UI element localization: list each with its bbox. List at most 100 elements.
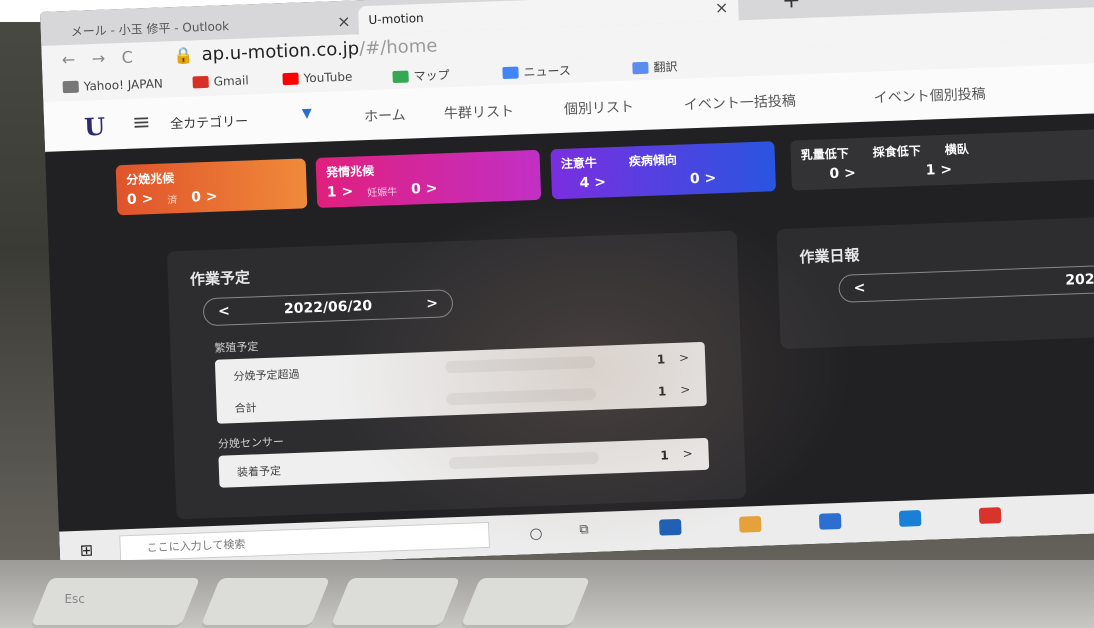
lock-icon: 🔒 [173, 45, 194, 66]
disease-count[interactable]: 0 > [690, 170, 717, 187]
esc-key: Esc [29, 578, 201, 628]
esc-key-label: Esc [64, 592, 85, 606]
lying-title: 横臥 [944, 142, 969, 157]
breeding-section-label: 繁殖予定 [214, 340, 259, 355]
disease-title: 疾病傾向 [628, 152, 678, 169]
estrus-count[interactable]: 1 > [327, 184, 354, 201]
bookmark-yahoo[interactable]: Yahoo! JAPAN [62, 76, 164, 95]
translate-icon [632, 61, 649, 74]
map-icon [392, 70, 409, 83]
keyboard-key [199, 578, 331, 628]
pregnant-count[interactable]: 0 > [411, 181, 438, 198]
keyboard-key [329, 578, 461, 628]
forward-icon[interactable]: → [91, 49, 105, 68]
bookmark-gmail[interactable]: Gmail [192, 73, 249, 89]
globe-icon [62, 80, 79, 94]
milk-drop-title: 乳量低下 [800, 146, 849, 163]
menu-icon[interactable]: ≡ [132, 110, 151, 136]
taskbar-search-input[interactable]: ここに入力して検索 [119, 521, 490, 562]
milk-drop-count[interactable]: 0 > [829, 165, 856, 182]
schedule-title: 作業予定 [189, 268, 251, 289]
row-label: 装着予定 [236, 464, 282, 480]
calving-count[interactable]: 0 > [127, 191, 154, 208]
sensor-section-label: 分娩センサー [217, 435, 285, 451]
list-item[interactable]: 装着予定 1 > [218, 438, 709, 488]
bookmark-label: Gmail [213, 73, 249, 89]
row-value: 1 [660, 448, 669, 463]
row-label: 合計 [234, 401, 257, 416]
nav-home[interactable]: ホーム [364, 105, 406, 127]
schedule-date: 2022/06/20 [283, 298, 373, 318]
report-date-nav: < 2022/06/20 [838, 262, 1094, 303]
tab-umotion-label: U-motion [368, 10, 424, 27]
app-icon[interactable] [978, 507, 1002, 524]
reload-icon[interactable]: C [121, 48, 133, 67]
sensor-card: 装着予定 1 > [218, 437, 710, 488]
chevron-right-icon[interactable]: > [680, 382, 691, 396]
calving-sub-label: 済 [167, 194, 178, 206]
schedule-date-nav: < 2022/06/20 > [202, 289, 454, 327]
folder-icon[interactable] [738, 515, 762, 533]
next-date-button[interactable]: > [426, 296, 438, 312]
calving-alert-title: 分娩兆候 [125, 171, 175, 187]
nav-individual-list[interactable]: 個別リスト [564, 96, 635, 119]
bookmark-label: Yahoo! JAPAN [83, 76, 164, 94]
url-text[interactable]: ap.u-motion.co.jp/#/home [201, 35, 437, 65]
daily-report-panel: 作業日報 < 2022/06/20 [776, 215, 1094, 350]
bookmark-label: YouTube [303, 69, 353, 86]
store-icon[interactable] [818, 512, 842, 530]
calving-sub-count[interactable]: 0 > [191, 189, 218, 206]
feed-drop-title: 採食低下 [872, 143, 921, 160]
row-value: 1 [657, 384, 667, 399]
calving-alert-card[interactable]: 分娩兆候 0 > 済 0 > [115, 158, 308, 216]
laptop-screen: メール - 小玉 修平 - Outlook × U-motion × + ← →… [40, 0, 1094, 572]
caution-count[interactable]: 4 > [579, 174, 606, 191]
mail-icon[interactable] [898, 510, 922, 527]
nav-herd-list[interactable]: 牛群リスト [444, 101, 515, 124]
prev-date-button[interactable]: < [853, 280, 865, 296]
bookmark-label: ニュース [523, 63, 572, 80]
keyboard-key [459, 578, 591, 628]
close-icon[interactable]: × [715, 0, 729, 17]
feed-drop-count[interactable]: 1 > [925, 162, 952, 179]
cortana-icon[interactable]: ○ [529, 524, 543, 542]
prev-date-button[interactable]: < [218, 303, 230, 319]
breeding-card: 分娩予定超過 1 > 合計 1 > [214, 341, 707, 424]
row-value: 1 [656, 352, 666, 367]
bookmark-translate[interactable]: 翻訳 [632, 58, 678, 77]
laptop-keyboard: Esc [0, 560, 1094, 628]
photo-background: メール - 小玉 修平 - Outlook × U-motion × + ← →… [0, 0, 1094, 628]
tab-outlook-label: メール - 小玉 修平 - Outlook [70, 18, 230, 39]
report-date: 2022/06/20 [1065, 269, 1094, 289]
estrus-alert-title: 発情兆候 [325, 163, 375, 180]
chevron-down-icon[interactable]: ▼ [302, 106, 313, 121]
chevron-right-icon[interactable]: > [682, 446, 693, 460]
gmail-icon [192, 75, 209, 89]
url-host: ap.u-motion.co.jp [201, 38, 360, 66]
row-bar [448, 451, 599, 470]
row-label: 分娩予定超過 [233, 367, 300, 384]
estrus-alert-card[interactable]: 発情兆候 1 > 妊娠牛 0 > [315, 149, 542, 208]
news-icon [502, 66, 519, 79]
windows-start-icon[interactable]: ⊞ [79, 540, 93, 559]
chevron-right-icon[interactable]: > [679, 350, 690, 364]
category-select[interactable]: 全カテゴリー [170, 110, 249, 132]
row-bar [446, 387, 597, 406]
nav-event-bulk[interactable]: イベント一括投稿 [683, 90, 797, 114]
bookmark-label: 翻訳 [653, 59, 678, 75]
back-icon[interactable]: ← [61, 50, 75, 69]
bookmark-maps[interactable]: マップ [392, 66, 450, 85]
new-tab-button[interactable]: + [782, 0, 801, 14]
outlook-icon[interactable] [659, 518, 682, 536]
umotion-logo[interactable]: U [84, 112, 106, 142]
other-alerts-card: 乳量低下 採食低下 横臥 0 > 1 > [790, 128, 1094, 191]
bookmark-news[interactable]: ニュース [502, 62, 571, 81]
task-view-icon[interactable]: ⧉ [579, 522, 589, 537]
url-path: /#/home [358, 35, 438, 60]
close-icon[interactable]: × [337, 11, 351, 30]
daily-report-title: 作業日報 [799, 246, 860, 267]
caution-alert-card[interactable]: 注意牛 疾病傾向 4 > 0 > [550, 141, 777, 200]
bookmark-youtube[interactable]: YouTube [282, 69, 353, 87]
nav-event-individual[interactable]: イベント個別投稿 [873, 83, 986, 107]
bookmark-label: マップ [413, 68, 450, 84]
